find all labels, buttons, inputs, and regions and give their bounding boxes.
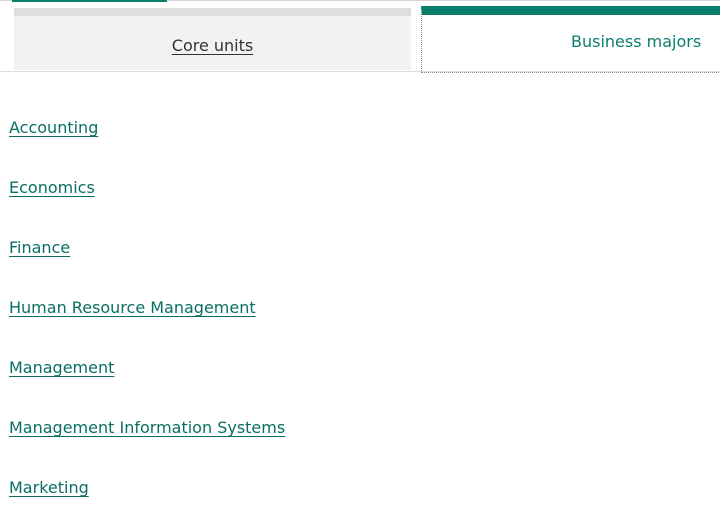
list-item: Marketing — [9, 476, 285, 513]
list-item: Economics — [9, 176, 285, 236]
list-item: Accounting — [9, 116, 285, 176]
major-link-management-information-systems[interactable]: Management Information Systems — [9, 418, 285, 437]
major-link-marketing[interactable]: Marketing — [9, 478, 89, 497]
tab-business-majors-label: Business majors — [571, 32, 702, 51]
tab-core-units[interactable]: Core units — [14, 8, 411, 70]
page: Core units Business majors Accounting Ec… — [0, 0, 720, 513]
major-link-management[interactable]: Management — [9, 358, 114, 377]
major-link-finance[interactable]: Finance — [9, 238, 70, 257]
list-item: Human Resource Management — [9, 296, 285, 356]
majors-list: Accounting Economics Finance Human Resou… — [9, 116, 285, 513]
tab-core-units-label: Core units — [171, 35, 254, 55]
tab-bar: Core units Business majors — [0, 0, 720, 73]
major-link-economics[interactable]: Economics — [9, 178, 95, 197]
tab-business-majors[interactable]: Business majors — [421, 6, 720, 73]
major-link-accounting[interactable]: Accounting — [9, 118, 98, 137]
major-link-human-resource-management[interactable]: Human Resource Management — [9, 298, 256, 317]
list-item: Management Information Systems — [9, 416, 285, 476]
list-item: Finance — [9, 236, 285, 296]
tab-bar-divider — [0, 71, 720, 72]
list-item: Management — [9, 356, 285, 416]
